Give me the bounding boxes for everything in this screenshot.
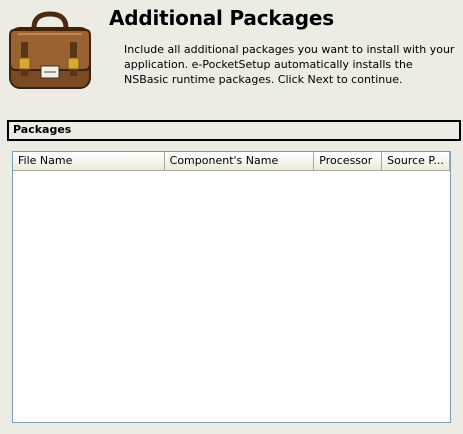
bottom-strip bbox=[0, 424, 463, 434]
page-description: Include all additional packages you want… bbox=[124, 43, 455, 86]
column-header-processor[interactable]: Processor bbox=[314, 152, 383, 170]
column-header-file-name[interactable]: File Name bbox=[13, 152, 165, 170]
column-header-component-name[interactable]: Component's Name bbox=[164, 152, 315, 170]
packages-section-label: Packages bbox=[7, 120, 461, 141]
column-header-source-path[interactable]: Source P... bbox=[382, 152, 450, 170]
packages-list-header: File Name Component's Name Processor Sou… bbox=[13, 152, 450, 171]
header-icon bbox=[4, 6, 96, 94]
packages-list[interactable]: File Name Component's Name Processor Sou… bbox=[12, 151, 451, 423]
satchel-icon bbox=[9, 11, 91, 89]
page-title: Additional Packages bbox=[109, 6, 334, 30]
